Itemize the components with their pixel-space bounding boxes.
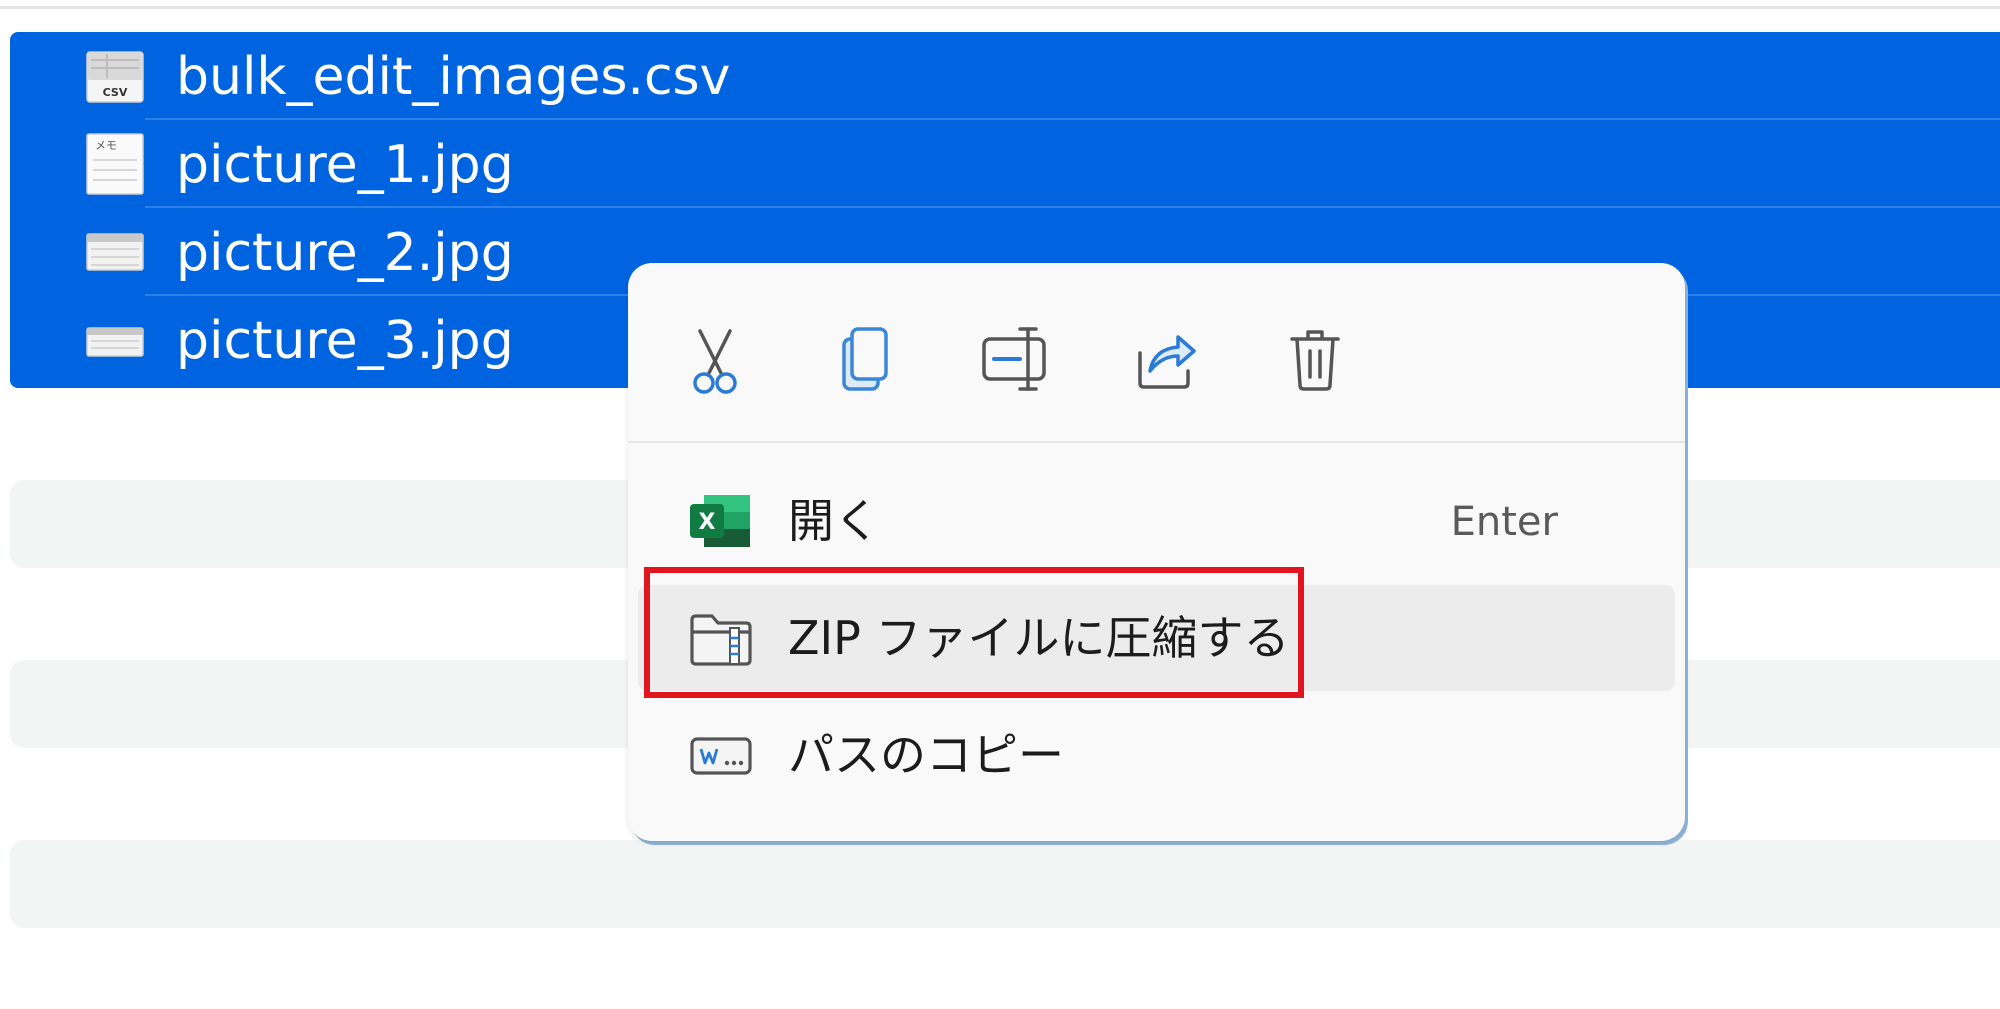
highlight-annotation: [644, 567, 1304, 698]
context-menu: X 開く Enter ZIP ファイルに圧縮する パスのコピー: [628, 263, 1685, 841]
menu-item-label: パスのコピー: [788, 728, 1064, 782]
memo-file-icon: メモ: [86, 133, 144, 195]
image-file-icon: [86, 327, 144, 357]
file-name[interactable]: bulk_edit_images.csv: [176, 42, 730, 112]
top-divider: [0, 6, 2000, 9]
cut-button[interactable]: [670, 313, 760, 403]
image-file-icon: [86, 233, 144, 271]
rename-icon: [982, 327, 1046, 391]
menu-item-copy-path[interactable]: パスのコピー: [638, 702, 1675, 808]
svg-text:メモ: メモ: [95, 139, 117, 152]
shortcut-text: Enter: [1450, 499, 1558, 545]
svg-text:CSV: CSV: [103, 86, 128, 99]
svg-text:X: X: [699, 510, 716, 535]
menu-item-label: 開く: [788, 494, 880, 548]
file-row-picture-1[interactable]: メモ picture_1.jpg: [10, 120, 2000, 208]
menu-divider: [628, 441, 1685, 443]
copy-path-icon: [690, 737, 752, 775]
file-name[interactable]: picture_1.jpg: [176, 130, 514, 200]
delete-button[interactable]: [1270, 313, 1360, 403]
menu-item-open[interactable]: X 開く Enter: [638, 468, 1675, 574]
scissors-icon: [693, 329, 737, 394]
file-row-csv[interactable]: CSV bulk_edit_images.csv: [10, 32, 2000, 120]
share-icon: [1138, 335, 1196, 389]
file-name[interactable]: picture_3.jpg: [176, 306, 514, 376]
csv-file-icon: CSV: [86, 51, 144, 103]
trash-icon: [1290, 330, 1340, 391]
copy-button[interactable]: [820, 313, 910, 403]
file-name[interactable]: picture_2.jpg: [176, 218, 514, 288]
empty-list-row: [10, 840, 2000, 928]
copy-icon: [842, 327, 888, 391]
share-button[interactable]: [1120, 313, 1210, 403]
rename-button[interactable]: [970, 313, 1060, 403]
excel-icon: X: [690, 495, 750, 547]
